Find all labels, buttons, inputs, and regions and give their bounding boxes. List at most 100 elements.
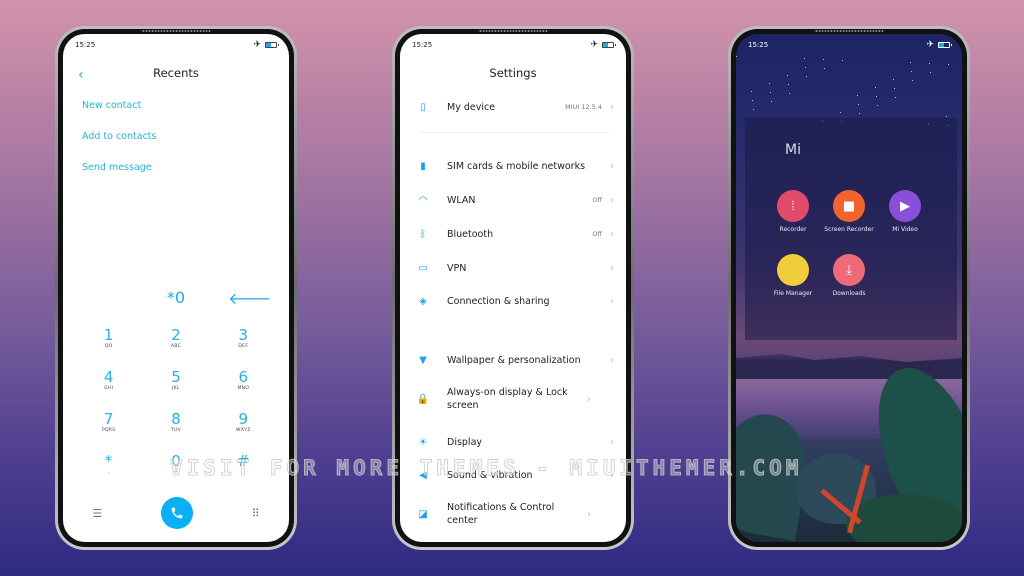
key-star[interactable]: *, bbox=[75, 452, 142, 484]
menu-icon[interactable]: ☰ bbox=[92, 507, 102, 520]
key-7[interactable]: 7 PQRS bbox=[75, 410, 142, 442]
key-8[interactable]: 8 TUV bbox=[142, 410, 209, 442]
new-contact-link[interactable]: New contact bbox=[82, 100, 141, 111]
app-label: Downloads bbox=[832, 290, 866, 297]
wallpaper-star bbox=[771, 101, 772, 102]
settings-item-wallpaper-personalization[interactable]: ▼ Wallpaper & personalization › bbox=[400, 352, 626, 368]
app-mi-video[interactable]: ▶ Mi Video bbox=[877, 190, 933, 234]
lock-icon: 🔒 bbox=[416, 393, 430, 405]
brightness-icon: ☀ bbox=[418, 436, 428, 448]
app-label: Mi Video bbox=[892, 226, 918, 233]
key-digit: 2 bbox=[171, 326, 181, 344]
settings-item-value: Off bbox=[592, 196, 602, 204]
settings-item-value: Off bbox=[592, 230, 602, 238]
battery-icon bbox=[265, 42, 279, 48]
key-letters: TUV bbox=[170, 428, 181, 433]
wallpaper-star bbox=[894, 88, 895, 89]
key-5[interactable]: 5 JKL bbox=[142, 368, 209, 400]
wallpaper-star bbox=[876, 96, 877, 97]
settings-item-label: Connection & sharing bbox=[447, 295, 550, 307]
speaker-grille bbox=[141, 30, 211, 32]
chevron-right-icon: › bbox=[610, 194, 614, 206]
app-downloads[interactable]: ⤓ Downloads bbox=[821, 254, 877, 298]
wallpaper-star bbox=[859, 113, 860, 114]
wallpaper-star bbox=[930, 72, 931, 73]
speaker-grille bbox=[478, 30, 548, 32]
connection-sharing-icon: ◈ bbox=[419, 295, 427, 307]
wallpaper-star bbox=[929, 63, 930, 64]
airplane-icon: ✈ bbox=[590, 39, 598, 50]
settings-item-label: Always-on display & Lock screen bbox=[447, 387, 568, 411]
wallpaper-star bbox=[806, 76, 807, 77]
settings-item-vpn[interactable]: ▭ VPN › bbox=[400, 260, 626, 276]
status-bar: 15:25 ✈ bbox=[63, 34, 289, 56]
settings-item-always-on-display-lock-screen[interactable]: 🔒 Always-on display & Lock screen › bbox=[400, 386, 626, 412]
backspace-icon[interactable]: 🡐 bbox=[228, 288, 271, 308]
sim-card-icon: ▮ bbox=[420, 160, 426, 172]
dialer-bottom-bar: ☰ ⠿ bbox=[63, 496, 289, 530]
wallpaper-star bbox=[858, 104, 859, 105]
settings-item-wlan[interactable]: ◠ WLAN Off › bbox=[400, 192, 626, 208]
status-time: 15:25 bbox=[75, 41, 96, 49]
app-file-manager[interactable]: File Manager bbox=[765, 254, 821, 298]
settings-item-notifications-control-center[interactable]: ◪ Notifications & Control center › bbox=[400, 501, 626, 527]
key-digit: 3 bbox=[238, 326, 249, 344]
key-letters: WXYZ bbox=[236, 428, 251, 433]
wallpaper-star bbox=[911, 71, 912, 72]
key-digit: 6 bbox=[238, 368, 249, 386]
add-to-contacts-link[interactable]: Add to contacts bbox=[82, 131, 156, 142]
chevron-right-icon: › bbox=[610, 262, 614, 274]
key-digit: 4 bbox=[103, 368, 114, 386]
key-letters: PQRS bbox=[101, 428, 116, 433]
chevron-right-icon: › bbox=[610, 295, 614, 307]
battery-icon bbox=[938, 42, 952, 48]
settings-item-sim-cards-mobile-networks[interactable]: ▮ SIM cards & mobile networks › bbox=[400, 158, 626, 174]
wallpaper-star bbox=[769, 83, 770, 84]
settings-item-my-device[interactable]: ▯ My device MIUI 12.5.4 › bbox=[400, 99, 626, 115]
wallpaper-star bbox=[787, 75, 788, 76]
send-message-link[interactable]: Send message bbox=[82, 162, 152, 173]
app-screen-recorder[interactable]: ■ Screen Recorder bbox=[821, 190, 877, 234]
wallpaper-star bbox=[789, 93, 790, 94]
wallpaper-star bbox=[893, 79, 894, 80]
wallpaper-star bbox=[948, 64, 949, 65]
status-bar: 15:25 ✈ bbox=[736, 34, 962, 56]
settings-item-display[interactable]: ☀ Display › bbox=[400, 434, 626, 450]
key-digit: 7 bbox=[103, 410, 114, 428]
settings-item-connection-sharing[interactable]: ◈ Connection & sharing › bbox=[400, 293, 626, 309]
folder-title: Mi bbox=[785, 142, 801, 158]
app-recorder[interactable]: ⦙ Recorder bbox=[765, 190, 821, 234]
wallpaper-star bbox=[770, 92, 771, 93]
key-2[interactable]: 2 ABC bbox=[142, 326, 209, 358]
play-icon: ▶ bbox=[889, 190, 921, 222]
bluetooth-icon: ᛒ bbox=[420, 228, 426, 240]
app-label: Screen Recorder bbox=[824, 226, 874, 233]
call-button[interactable] bbox=[160, 497, 193, 529]
key-6[interactable]: 6 MNO bbox=[210, 368, 277, 400]
wallpaper-star bbox=[804, 58, 805, 59]
key-letters: QO bbox=[104, 344, 113, 349]
settings-item-label: Bluetooth bbox=[447, 228, 494, 240]
phone-icon bbox=[171, 507, 183, 519]
wallpaper-star bbox=[823, 59, 824, 60]
settings-item-label: Display bbox=[447, 436, 483, 448]
divider bbox=[420, 132, 610, 133]
key-digit: * bbox=[104, 452, 113, 470]
key-9[interactable]: 9 WXYZ bbox=[210, 410, 277, 442]
page-title: Settings bbox=[489, 66, 537, 80]
chevron-right-icon: › bbox=[610, 436, 614, 448]
notification-icon: ◪ bbox=[418, 508, 428, 520]
key-3[interactable]: 3 DEF bbox=[210, 326, 277, 358]
key-1[interactable]: 1 QO bbox=[75, 326, 142, 358]
wallpaper-star bbox=[877, 105, 878, 106]
wifi-icon: ◠ bbox=[418, 194, 428, 206]
settings-item-value: MIUI 12.5.4 bbox=[565, 103, 602, 111]
dialpad-icon[interactable]: ⠿ bbox=[252, 507, 260, 520]
settings-item-bluetooth[interactable]: ᛒ Bluetooth Off › bbox=[400, 226, 626, 242]
chevron-right-icon: › bbox=[610, 354, 614, 366]
key-4[interactable]: 4 GHI bbox=[75, 368, 142, 400]
key-letters: DEF bbox=[238, 344, 249, 349]
wallpaper-star bbox=[875, 87, 876, 88]
airplane-icon: ✈ bbox=[926, 39, 934, 50]
watermark: VISIT FOR MORE THEMES - MIUITHEMER.COM bbox=[170, 456, 803, 481]
